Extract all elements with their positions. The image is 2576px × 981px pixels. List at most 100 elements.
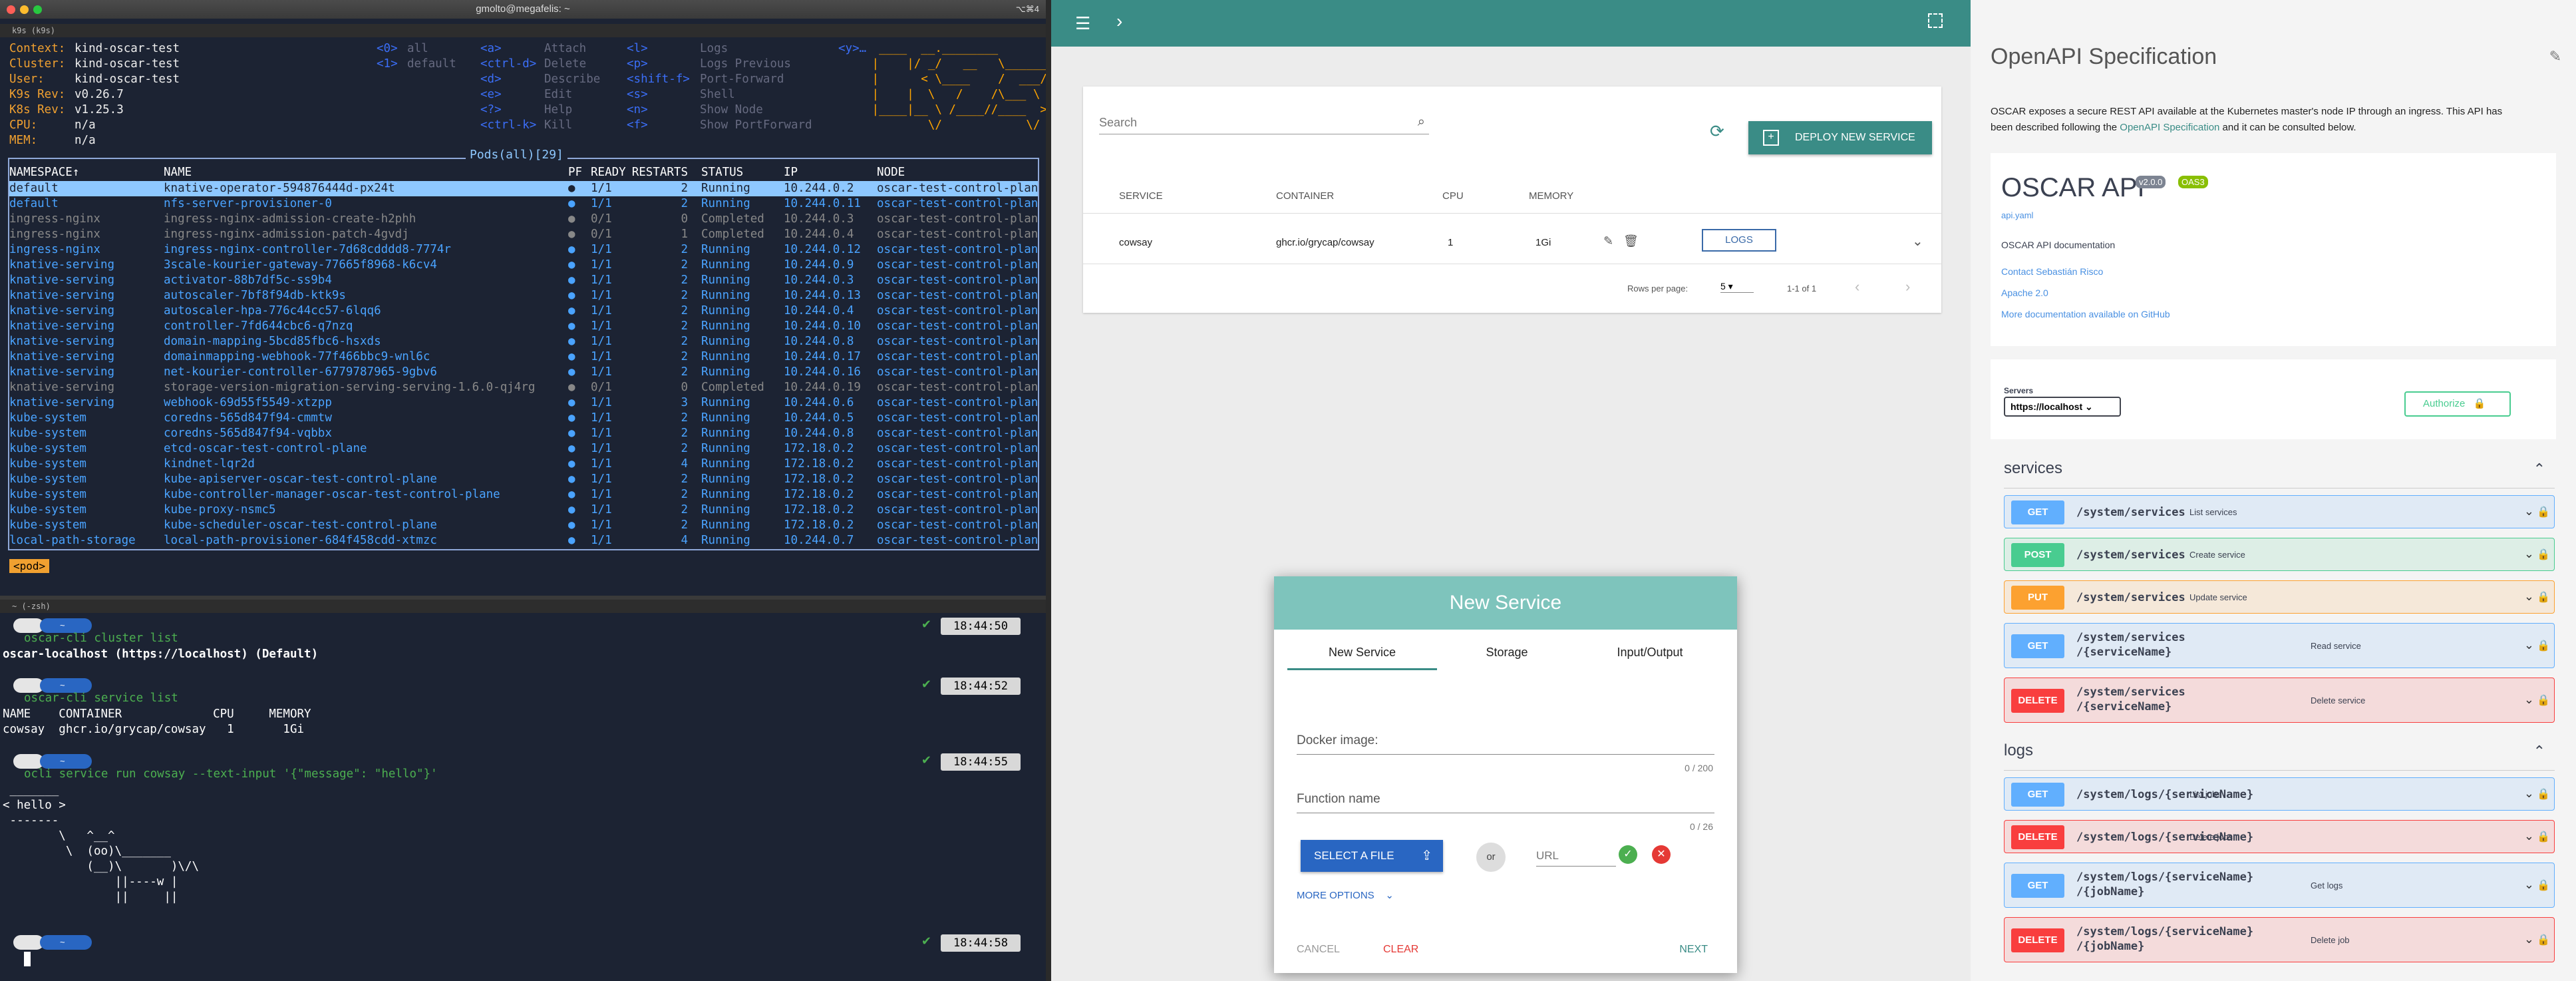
cell: 10.244.0.12 [784, 243, 861, 256]
table-row[interactable]: ingress-nginx ingress-nginx-admission-cre… [9, 212, 1038, 227]
lock-icon[interactable]: 🔒 [2537, 639, 2550, 652]
cell: STATUS [701, 166, 744, 179]
authorize-button[interactable]: Authorize 🔒 [2404, 391, 2511, 417]
edit-icon[interactable]: ✎ [1603, 234, 1613, 248]
minimize-window-button[interactable] [20, 5, 29, 14]
server-select[interactable]: https://localhost ⌄ [2004, 397, 2121, 417]
table-row[interactable]: knative-serving autoscaler-hpa-776c44cc57… [9, 303, 1038, 319]
edit-icon[interactable]: ✎ [2549, 48, 2561, 65]
delete-icon[interactable]: 🗑 [1623, 234, 1639, 248]
lock-icon[interactable]: 🔒 [2537, 693, 2550, 707]
table-row[interactable]: local-path-storage local-path-provisioner… [9, 533, 1038, 548]
close-window-button[interactable] [7, 5, 15, 14]
expand-row-icon[interactable]: ⌄ [1912, 233, 1923, 250]
lock-icon[interactable]: 🔒 [2537, 879, 2550, 892]
search-field[interactable]: Search ⌕ [1099, 114, 1429, 134]
chevron-down-icon[interactable]: ⌄ [2524, 829, 2534, 843]
endpoint-delete[interactable]: DELETE/system/logs/{serviceName} Delete j… [2004, 820, 2555, 853]
table-row[interactable]: ingress-nginx ingress-nginx-admission-pat… [9, 227, 1038, 242]
cell: Running [701, 365, 750, 379]
chevron-down-icon[interactable]: ⌄ [2524, 638, 2534, 652]
table-row[interactable]: default knative-operator-594876444d-px24t… [9, 181, 1038, 196]
endpoint-get[interactable]: GET/system/logs/{serviceName} List jobs ⌄ 🔒 [2004, 777, 2555, 811]
lock-icon[interactable]: 🔒 [2537, 548, 2550, 561]
confirm-url-icon[interactable]: ✓ [1619, 845, 1637, 864]
next-button[interactable]: NEXT [1679, 944, 1708, 956]
table-row[interactable]: kube-system coredns-565d847f94-vqbbx ● 1/1 2… [9, 426, 1038, 441]
lock-icon[interactable]: 🔒 [2537, 933, 2550, 946]
table-row[interactable]: kube-system kube-proxy-nsmc5 ● 1/1 2 Running 1… [9, 502, 1038, 518]
chevron-down-icon[interactable]: ⌄ [2524, 590, 2534, 604]
chevron-down-icon[interactable]: ⌄ [2524, 878, 2534, 892]
table-row[interactable]: kube-system kube-scheduler-oscar-test-con… [9, 518, 1038, 533]
cell: ● [568, 335, 575, 348]
endpoint-delete[interactable]: DELETE/system/services/{serviceName} Dele… [2004, 678, 2555, 723]
chevron-down-icon[interactable]: ⌄ [2524, 932, 2534, 946]
more-options-toggle[interactable]: MORE OPTIONS ⌄ [1297, 889, 1394, 901]
chevron-down-icon[interactable]: ⌄ [2524, 787, 2534, 801]
menu-icon[interactable]: ☰ [1075, 13, 1090, 34]
next-page-icon[interactable]: › [1905, 278, 1910, 295]
rows-per-page-select[interactable]: 5 ▾ [1720, 281, 1754, 293]
openapi-spec-link[interactable]: OpenAPI Specification [2120, 122, 2219, 133]
action-key: <n> [627, 103, 648, 116]
license-link[interactable]: Apache 2.0 [2001, 288, 2048, 298]
api-yaml-link[interactable]: api.yaml [2001, 210, 2033, 220]
chevron-down-icon[interactable]: ⌄ [2524, 693, 2534, 707]
table-row[interactable]: kube-system coredns-565d847f94-cmmtw ● 1/1 2… [9, 411, 1038, 426]
table-row[interactable]: knative-serving autoscaler-7bf8f94db-ktk9… [9, 288, 1038, 303]
docker-image-field[interactable]: Docker image: [1297, 733, 1714, 755]
chevron-down-icon[interactable]: ⌄ [2524, 547, 2534, 561]
table-row[interactable]: default nfs-server-provisioner-0 ● 1/1 2 Runn… [9, 196, 1038, 212]
contact-link[interactable]: Contact Sebastián Risco [2001, 266, 2103, 277]
table-row[interactable]: kube-system kindnet-lqr2d ● 1/1 4 Running 172.… [9, 457, 1038, 472]
table-row[interactable]: knative-serving webhook-69d55f5549-xtzpp ●… [9, 395, 1038, 411]
table-row[interactable]: knative-serving controller-7fd644cbc6-q7n… [9, 319, 1038, 334]
endpoint-put[interactable]: PUT/system/services Update service ⌄ 🔒 [2004, 580, 2555, 614]
endpoint-post[interactable]: POST/system/services Create service ⌄ 🔒 [2004, 538, 2555, 571]
table-row[interactable]: kube-system kube-apiserver-oscar-test-con… [9, 472, 1038, 487]
section-services[interactable]: services ⌃ [2004, 459, 2555, 489]
fullscreen-icon[interactable] [1928, 13, 1943, 28]
refresh-icon[interactable]: ⟳ [1710, 121, 1724, 142]
table-row[interactable]: kube-system etcd-oscar-test-control-plane… [9, 441, 1038, 457]
zoom-window-button[interactable] [33, 5, 42, 14]
chevron-up-icon[interactable]: ⌃ [2533, 461, 2545, 478]
deploy-new-service-button[interactable]: + DEPLOY NEW SERVICE [1748, 121, 1932, 154]
endpoint-get[interactable]: GET/system/services List services ⌄ 🔒 [2004, 495, 2555, 528]
chevron-down-icon[interactable]: ⌄ [2524, 504, 2534, 518]
pods-header-row[interactable]: NAMESPACE↑ NAME PF READY RESTARTS STATUS IP NOD… [9, 165, 1038, 180]
chevron-right-icon[interactable]: › [1116, 11, 1122, 32]
endpoint-get[interactable]: GET/system/services/{serviceName} Read se… [2004, 623, 2555, 668]
table-row[interactable]: kube-system kube-controller-manager-oscar… [9, 487, 1038, 502]
cell: kube-system [9, 411, 86, 425]
cell: knative-serving [9, 289, 115, 302]
endpoint-get[interactable]: GET/system/logs/{serviceName}/{jobName} G… [2004, 863, 2555, 908]
endpoint-delete[interactable]: DELETE/system/logs/{serviceName}/{jobNam… [2004, 917, 2555, 962]
lock-icon[interactable]: 🔒 [2537, 590, 2550, 604]
lock-icon[interactable]: 🔒 [2537, 830, 2550, 843]
table-row[interactable]: knative-serving storage-version-migration… [9, 380, 1038, 395]
table-row[interactable]: knative-serving domainmapping-webhook-77f… [9, 349, 1038, 365]
function-name-field[interactable]: Function name [1297, 792, 1714, 813]
table-row[interactable]: ingress-nginx ingress-nginx-controller-7d… [9, 242, 1038, 258]
section-logs[interactable]: logs ⌃ [2004, 741, 2555, 771]
prev-page-icon[interactable]: ‹ [1855, 278, 1859, 295]
chevron-up-icon[interactable]: ⌃ [2533, 743, 2545, 760]
table-row[interactable]: knative-serving 3scale-kourier-gateway-77… [9, 258, 1038, 273]
select-file-button[interactable]: SELECT A FILE ⇪ [1301, 840, 1443, 872]
cancel-button[interactable]: CANCEL [1297, 944, 1340, 956]
github-docs-link[interactable]: More documentation available on GitHub [2001, 309, 2170, 319]
tab-input-output[interactable]: Input/Output [1580, 646, 1720, 660]
table-row[interactable]: knative-serving domain-mapping-5bcd85fbc6… [9, 334, 1038, 349]
table-row[interactable]: knative-serving activator-88b7df5c-ss9b4 ●… [9, 273, 1038, 288]
tab-new-service[interactable]: New Service [1287, 646, 1437, 660]
table-row[interactable]: knative-serving net-kourier-controller-67… [9, 365, 1038, 380]
tab-storage[interactable]: Storage [1454, 646, 1560, 660]
clear-button[interactable]: CLEAR [1383, 944, 1418, 956]
clear-url-icon[interactable]: ✕ [1652, 845, 1671, 864]
lock-icon[interactable]: 🔒 [2537, 787, 2550, 801]
lock-icon[interactable]: 🔒 [2537, 505, 2550, 518]
logs-button[interactable]: LOGS [1702, 229, 1776, 252]
url-field[interactable]: URL [1536, 845, 1616, 867]
